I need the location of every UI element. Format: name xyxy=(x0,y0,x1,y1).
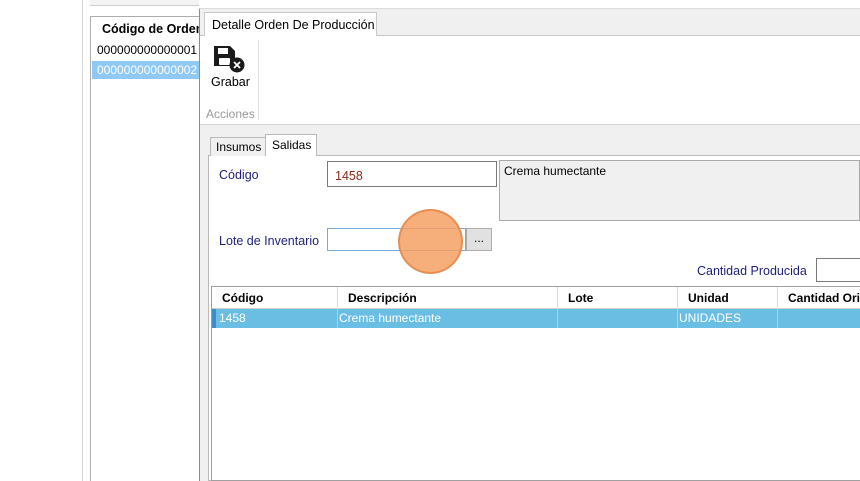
grid-col-cantidad[interactable]: Cantidad Origi xyxy=(778,287,860,309)
save-button-label[interactable]: Grabar xyxy=(211,75,250,89)
ribbon-separator xyxy=(258,40,259,120)
grid-col-unidad[interactable]: Unidad xyxy=(678,287,778,309)
lote-label: Lote de Inventario xyxy=(219,234,320,248)
click-indicator xyxy=(398,209,463,274)
cell-cantidad[interactable] xyxy=(778,309,860,328)
save-icon[interactable] xyxy=(212,44,246,74)
cantidad-label: Cantidad Producida xyxy=(697,264,807,278)
grid-col-lote[interactable]: Lote xyxy=(558,287,678,309)
cell-codigo[interactable]: 1458 xyxy=(214,309,338,328)
tab-insumos-label[interactable]: Insumos xyxy=(216,140,261,154)
cell-descripcion[interactable]: Crema humectante xyxy=(334,309,558,328)
background-toolbar-edge xyxy=(90,0,202,6)
ribbon-panel xyxy=(200,35,860,125)
cell-unidad[interactable]: UNIDADES xyxy=(674,309,778,328)
grid-col-descripcion[interactable]: Descripción xyxy=(338,287,558,309)
tab-salidas-label[interactable]: Salidas xyxy=(272,138,311,152)
ribbon-tab-label[interactable]: Detalle Orden De Producción xyxy=(212,18,375,32)
background-window xyxy=(0,0,83,481)
grid-col-codigo[interactable]: Código xyxy=(212,287,338,309)
codigo-label: Código xyxy=(219,168,259,182)
order-list-row[interactable]: 000000000000001 xyxy=(92,41,205,59)
codigo-input[interactable]: 1458 xyxy=(327,161,497,187)
order-list-row-selected[interactable]: 000000000000002 xyxy=(92,61,205,79)
order-list[interactable] xyxy=(90,16,205,481)
lote-browse-button[interactable]: ... xyxy=(466,228,492,251)
descripcion-field: Crema humectante xyxy=(499,160,860,221)
cell-lote[interactable] xyxy=(558,309,678,328)
ribbon-group-label: Acciones xyxy=(206,107,255,121)
window-title-bar xyxy=(199,0,860,9)
order-list-header-label[interactable]: Código de Orden xyxy=(102,22,203,36)
cantidad-input[interactable] xyxy=(816,258,860,282)
